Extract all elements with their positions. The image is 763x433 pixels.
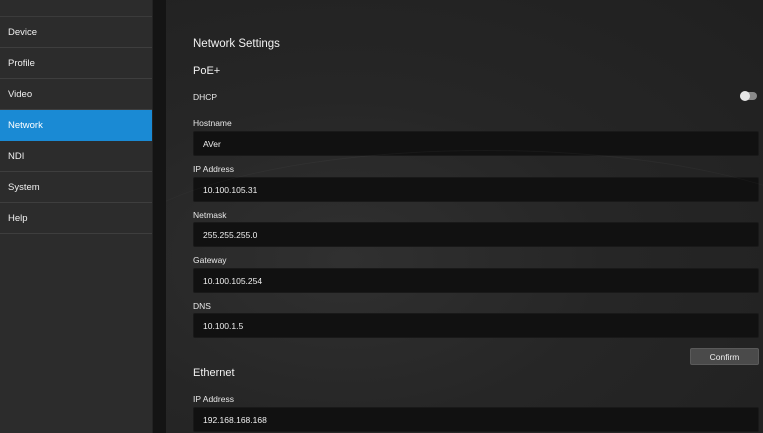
sidebar-item-help[interactable]: Help xyxy=(0,203,152,234)
dhcp-toggle[interactable] xyxy=(740,91,757,101)
sidebar-item-profile[interactable]: Profile xyxy=(0,48,152,79)
ip-address-label: IP Address xyxy=(193,164,234,174)
sidebar-item-video[interactable]: Video xyxy=(0,79,152,110)
netmask-field[interactable] xyxy=(193,222,759,247)
sidebar-item-ndi[interactable]: NDI xyxy=(0,141,152,172)
hostname-field[interactable] xyxy=(193,131,759,156)
dns-field[interactable] xyxy=(193,313,759,338)
hostname-label: Hostname xyxy=(193,118,232,128)
poe-section-title: PoE+ xyxy=(193,65,221,77)
main-panel: Network Settings PoE+ DHCP Hostname IP A… xyxy=(166,0,763,433)
sidebar-divider xyxy=(153,0,166,433)
page-title: Network Settings xyxy=(193,38,280,50)
gateway-label: Gateway xyxy=(193,255,227,265)
sidebar: Device Profile Video Network NDI System … xyxy=(0,0,153,433)
ip-address-field[interactable] xyxy=(193,177,759,202)
ethernet-section-title: Ethernet xyxy=(193,367,235,379)
confirm-button[interactable]: Confirm xyxy=(690,348,759,365)
ethernet-ip-address-label: IP Address xyxy=(193,394,234,404)
dhcp-label: DHCP xyxy=(193,92,218,102)
sidebar-item-device[interactable]: Device xyxy=(0,17,152,48)
dns-label: DNS xyxy=(193,301,211,311)
ethernet-ip-address-field[interactable] xyxy=(193,407,759,432)
gateway-field[interactable] xyxy=(193,268,759,293)
sidebar-item-system[interactable]: System xyxy=(0,172,152,203)
sidebar-item-network[interactable]: Network xyxy=(0,110,152,141)
netmask-label: Netmask xyxy=(193,210,227,220)
sidebar-header xyxy=(0,0,152,17)
toggle-knob xyxy=(740,91,750,101)
